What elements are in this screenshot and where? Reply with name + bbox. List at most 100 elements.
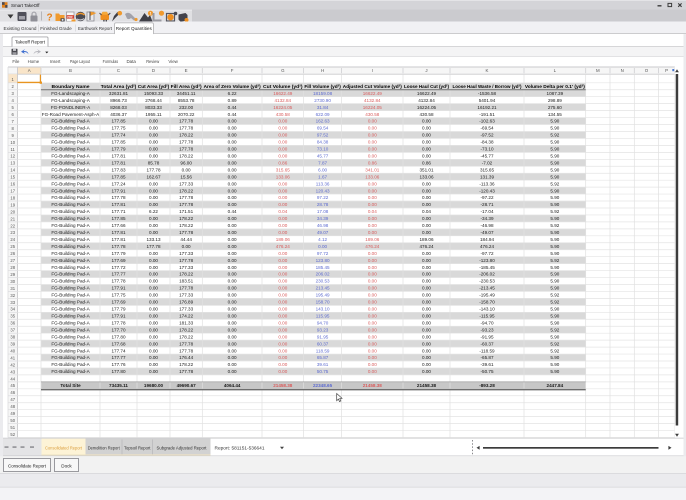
svg-text:7.87: 7.87	[318, 160, 327, 165]
svg-text:0.00: 0.00	[149, 348, 158, 353]
svg-text:FG-Building Pad-A: FG-Building Pad-A	[51, 195, 90, 200]
svg-text:0.00: 0.00	[149, 272, 158, 277]
svg-text:34451.11: 34451.11	[177, 91, 196, 96]
svg-text:View: View	[168, 59, 178, 64]
svg-text:0.00: 0.00	[149, 265, 158, 270]
svg-text:5.92: 5.92	[550, 348, 559, 353]
svg-text:177.74: 177.74	[111, 133, 125, 138]
svg-text:Consolidated Report: Consolidated Report	[45, 445, 83, 450]
svg-text:16192.21: 16192.21	[477, 105, 497, 110]
svg-text:177.75: 177.75	[111, 293, 125, 298]
svg-text:0.00: 0.00	[149, 140, 158, 145]
svg-text:8553.78: 8553.78	[178, 98, 195, 103]
svg-text:0.00: 0.00	[368, 355, 377, 360]
svg-text:FG-Building Pad-A: FG-Building Pad-A	[51, 216, 90, 221]
svg-text:49690.67: 49690.67	[177, 383, 197, 388]
svg-text:177.78: 177.78	[179, 341, 193, 346]
svg-text:93.23: 93.23	[317, 327, 329, 332]
svg-text:FG-Building Pad-A: FG-Building Pad-A	[51, 202, 90, 207]
svg-text:FG-Building Pad-A: FG-Building Pad-A	[51, 355, 90, 360]
svg-text:0.00: 0.00	[228, 320, 237, 325]
svg-text:File: File	[12, 59, 19, 64]
svg-text:Topsoil Report: Topsoil Report	[124, 445, 151, 450]
svg-text:0.00: 0.00	[228, 286, 237, 291]
svg-text:85.78: 85.78	[148, 160, 160, 165]
svg-text:0.00: 0.00	[422, 147, 431, 152]
svg-text:FG-Building Pad-A: FG-Building Pad-A	[51, 313, 90, 318]
svg-text:19680.00: 19680.00	[144, 383, 164, 388]
svg-text:189.06: 189.06	[419, 237, 433, 242]
svg-text:0.00: 0.00	[149, 188, 158, 193]
svg-text:0.00: 0.00	[149, 355, 158, 360]
svg-text:Loose Haul Waste / Borrow (yd²: Loose Haul Waste / Borrow (yd²)	[453, 84, 522, 89]
svg-text:2447.84: 2447.84	[547, 383, 564, 388]
svg-text:24: 24	[10, 237, 15, 242]
svg-text:0.00: 0.00	[422, 154, 431, 159]
svg-text:-17.04: -17.04	[480, 209, 493, 214]
svg-text:5.90: 5.90	[550, 174, 559, 179]
svg-text:0.00: 0.00	[149, 286, 158, 291]
svg-text:184.94: 184.94	[480, 237, 494, 242]
svg-text:133.06: 133.06	[419, 174, 433, 179]
svg-text:0.00: 0.00	[422, 334, 431, 339]
svg-text:0.00: 0.00	[422, 251, 431, 256]
svg-text:N: N	[621, 68, 624, 73]
svg-text:0.00: 0.00	[149, 126, 158, 131]
svg-text:1: 1	[150, 11, 152, 15]
svg-text:-97.52: -97.52	[480, 133, 493, 138]
svg-text:0.00: 0.00	[278, 140, 287, 145]
svg-text:158.70: 158.70	[316, 300, 330, 305]
svg-text:0.00: 0.00	[422, 286, 431, 291]
svg-text:0.00: 0.00	[278, 265, 287, 270]
svg-text:1087.39: 1087.39	[547, 91, 564, 96]
svg-text:177.83: 177.83	[111, 167, 125, 172]
svg-text:0.00: 0.00	[368, 348, 377, 353]
svg-text:5.90: 5.90	[550, 237, 559, 242]
svg-text:FG-Building Pad-A: FG-Building Pad-A	[51, 209, 90, 214]
svg-text:177.70: 177.70	[111, 327, 125, 332]
svg-text:0.44: 0.44	[228, 112, 237, 117]
svg-text:21458.38: 21458.38	[417, 383, 437, 388]
svg-text:-93.23: -93.23	[480, 327, 493, 332]
svg-text:FG-Road Pavement-Asph-A: FG-Road Pavement-Asph-A	[42, 112, 100, 117]
svg-text:0.00: 0.00	[149, 251, 158, 256]
svg-text:183.51: 183.51	[179, 279, 193, 284]
svg-text:178.22: 178.22	[179, 362, 193, 367]
svg-text:16224.05: 16224.05	[417, 105, 437, 110]
svg-text:133.13: 133.13	[146, 237, 160, 242]
svg-text:177.78: 177.78	[146, 167, 160, 172]
svg-text:0.00: 0.00	[228, 362, 237, 367]
svg-text:60.37: 60.37	[317, 341, 329, 346]
svg-text:FG-Building Pad-A: FG-Building Pad-A	[51, 307, 90, 312]
svg-text:2768.44: 2768.44	[145, 98, 162, 103]
svg-text:45: 45	[10, 383, 15, 388]
svg-text:315.65: 315.65	[480, 167, 494, 172]
svg-text:-120.43: -120.43	[479, 188, 495, 193]
svg-text:Smart TakeOff: Smart TakeOff	[11, 3, 40, 9]
svg-text:177.79: 177.79	[111, 307, 125, 312]
svg-text:0.04: 0.04	[278, 209, 287, 214]
svg-text:177.79: 177.79	[111, 251, 125, 256]
svg-text:0.00: 0.00	[368, 307, 377, 312]
svg-text:177.74: 177.74	[111, 348, 125, 353]
svg-text:46: 46	[10, 390, 15, 395]
svg-text:FG-Building Pad-A: FG-Building Pad-A	[51, 369, 90, 374]
svg-text:Report: 581151-536641: Report: 581151-536641	[215, 445, 266, 450]
svg-text:430.58: 430.58	[419, 112, 433, 117]
svg-text:177.80: 177.80	[111, 334, 125, 339]
svg-text:0.00: 0.00	[228, 147, 237, 152]
svg-text:0.00: 0.00	[368, 327, 377, 332]
svg-text:19: 19	[10, 202, 15, 207]
svg-text:0.00: 0.00	[228, 279, 237, 284]
svg-text:4.12: 4.12	[318, 237, 327, 242]
svg-text:4064.44: 4064.44	[224, 383, 241, 388]
svg-text:Fill Volume (yd²): Fill Volume (yd²)	[304, 84, 341, 89]
svg-text:298.89: 298.89	[548, 98, 562, 103]
svg-text:0.00: 0.00	[228, 160, 237, 165]
svg-text:0.00: 0.00	[278, 300, 287, 305]
svg-text:0.00: 0.00	[278, 293, 287, 298]
svg-text:0.00: 0.00	[368, 369, 377, 374]
svg-text:0.00: 0.00	[422, 355, 431, 360]
svg-text:232.00: 232.00	[179, 105, 193, 110]
svg-text:-191.51: -191.51	[479, 112, 495, 117]
